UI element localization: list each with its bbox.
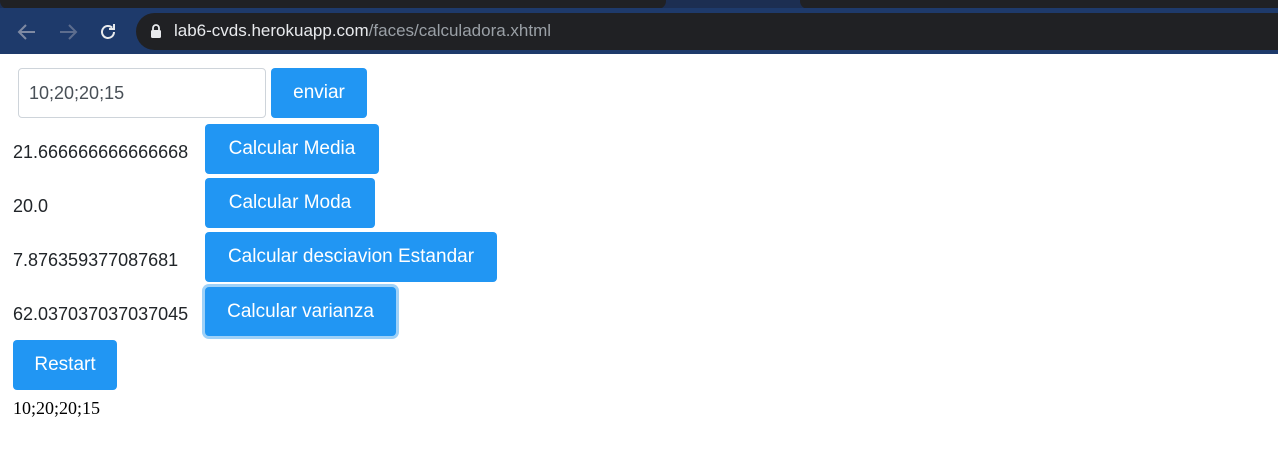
reload-icon[interactable] bbox=[96, 21, 120, 43]
restart-button[interactable]: Restart bbox=[13, 340, 117, 390]
calcular-desviacion-button[interactable]: Calcular desciavion Estandar bbox=[205, 232, 497, 282]
url-path: /faces/calculadora.xhtml bbox=[368, 21, 552, 40]
forward-icon[interactable] bbox=[56, 21, 80, 43]
enviar-button[interactable]: enviar bbox=[271, 68, 367, 118]
numbers-input[interactable] bbox=[18, 68, 266, 118]
moda-result: 20.0 bbox=[13, 196, 49, 216]
data-echo-text: 10;20;20;15 bbox=[13, 398, 101, 418]
address-url: lab6-cvds.herokuapp.com/faces/calculador… bbox=[174, 21, 551, 41]
lock-icon[interactable] bbox=[150, 24, 162, 44]
calcular-moda-button[interactable]: Calcular Moda bbox=[205, 178, 375, 228]
browser-toolbar: lab6-cvds.herokuapp.com/faces/calculador… bbox=[0, 8, 1278, 54]
back-icon[interactable] bbox=[15, 21, 39, 43]
media-result: 21.666666666666668 bbox=[13, 142, 189, 162]
calcular-varianza-button[interactable]: Calcular varianza bbox=[205, 287, 396, 336]
address-bar[interactable]: lab6-cvds.herokuapp.com/faces/calculador… bbox=[136, 13, 1278, 50]
desviacion-result: 7.876359377087681 bbox=[13, 250, 179, 270]
url-host: lab6-cvds.herokuapp.com bbox=[174, 21, 369, 40]
calcular-media-button[interactable]: Calcular Media bbox=[205, 124, 379, 174]
varianza-result: 62.037037037037045 bbox=[13, 304, 189, 324]
